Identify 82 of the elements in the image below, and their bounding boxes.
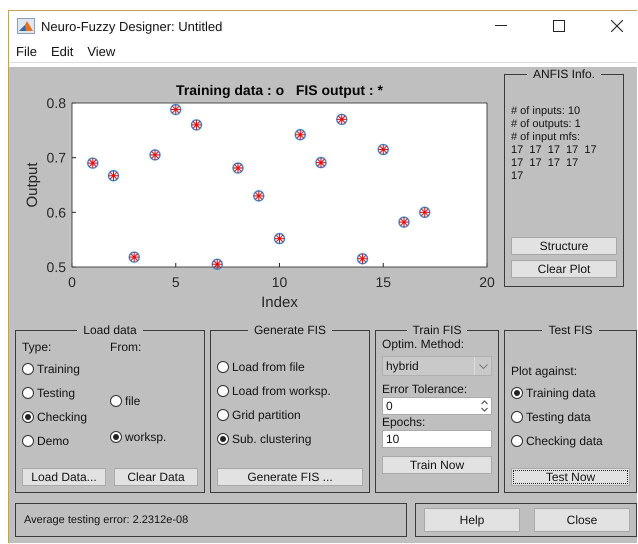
panel-button[interactable]: Load Data...: [22, 468, 106, 486]
data-point: [212, 258, 223, 270]
data-point: [170, 104, 182, 116]
data-point: [274, 232, 286, 244]
info-text: 17: [511, 170, 524, 183]
panel-button[interactable]: Clear Plot: [511, 260, 617, 278]
y-tick-label: 0.5: [46, 259, 66, 275]
data-point: [87, 157, 98, 169]
info-text: # of outputs: 1: [511, 118, 582, 131]
data-point: [253, 190, 264, 202]
panel-title: Load data: [82, 323, 138, 337]
data-point: [356, 253, 368, 264]
chevron-down-icon: [478, 364, 488, 368]
tolerance-label: Error Tolerance:: [382, 382, 468, 397]
app-logo-icon: [17, 18, 35, 34]
panel-button[interactable]: Structure: [511, 237, 617, 255]
y-tick-label: 0.6: [46, 204, 66, 220]
y-tick-label: 0.8: [46, 95, 66, 111]
radio-option[interactable]: Sub. clustering: [217, 427, 363, 451]
epochs-field[interactable]: 10: [382, 430, 492, 448]
panel-title: Train FIS: [412, 323, 462, 337]
type-label: Type:: [22, 339, 52, 356]
method-dropdown[interactable]: hybrid: [382, 356, 492, 376]
radio-option[interactable]: file: [110, 383, 198, 419]
data-point: [294, 129, 306, 140]
train-now-button[interactable]: Train Now: [382, 456, 492, 474]
y-axis-label: Output: [24, 162, 41, 208]
status-text: Average testing error: 2.2312e-08: [15, 503, 407, 537]
info-text: 17 17 17 17 17: [511, 144, 598, 157]
info-text: 17 17 17 17: [511, 157, 580, 170]
radio-option[interactable]: Checking: [22, 405, 110, 429]
x-axis-label: Index: [261, 294, 298, 311]
window-title: Neuro-Fuzzy Designer: Untitled: [41, 18, 222, 34]
radio-option[interactable]: Demo: [22, 429, 110, 453]
radio-option[interactable]: Training data: [511, 381, 630, 405]
radio-option[interactable]: Testing: [22, 381, 110, 405]
x-tick-label: 15: [375, 274, 392, 290]
x-tick-label: 5: [172, 274, 180, 290]
radio-option[interactable]: Load from worksp.: [217, 379, 363, 403]
x-tick-label: 20: [479, 274, 495, 290]
radio-option[interactable]: Load from file: [217, 355, 363, 379]
data-point: [336, 114, 348, 126]
data-point: [419, 206, 430, 218]
menu-item[interactable]: Edit: [50, 44, 74, 60]
radio-option[interactable]: worksp.: [110, 419, 198, 455]
epochs-label: Epochs:: [382, 415, 426, 430]
radio-option[interactable]: Testing data: [511, 405, 630, 429]
data-point: [315, 156, 327, 168]
radio-option[interactable]: Grid partition: [217, 403, 363, 427]
plot-against-label: Plot against:: [511, 363, 578, 379]
x-tick-label: 10: [272, 274, 288, 290]
radio-option[interactable]: Checking data: [511, 429, 630, 453]
method-label: Optim. Method:: [382, 337, 466, 352]
dialog-button[interactable]: Help: [424, 508, 520, 532]
menu-item[interactable]: View: [87, 44, 116, 60]
chart-title: Training data : o FIS output : *: [176, 82, 383, 98]
panel-title: Generate FIS: [252, 323, 328, 337]
panel-title: ANFIS Info.: [532, 67, 596, 81]
minimize-icon[interactable]: [495, 25, 507, 28]
close-icon[interactable]: [611, 20, 623, 32]
x-tick-label: 0: [68, 274, 76, 290]
data-point: [232, 162, 244, 174]
maximize-icon[interactable]: [553, 20, 565, 32]
data-point: [190, 119, 202, 131]
data-point: [108, 170, 120, 182]
menu-item[interactable]: File: [16, 44, 37, 60]
panel-button[interactable]: Clear Data: [114, 468, 198, 486]
dialog-button[interactable]: Close: [534, 508, 630, 532]
y-tick-label: 0.7: [46, 150, 66, 166]
data-point: [378, 144, 389, 156]
spinner-icon: [481, 400, 488, 412]
panel-title: Test FIS: [547, 323, 594, 337]
from-label: From:: [110, 339, 142, 356]
tolerance-field[interactable]: 0: [382, 397, 492, 415]
radio-option[interactable]: Training: [22, 357, 110, 381]
info-text: # of inputs: 10: [511, 105, 582, 118]
data-point: [128, 252, 140, 263]
info-text: # of input mfs:: [511, 131, 582, 144]
generate-fis-button[interactable]: Generate FIS ...: [217, 468, 363, 486]
data-point: [149, 149, 161, 161]
data-point: [398, 216, 410, 228]
test-now-button[interactable]: Test Now: [511, 468, 630, 486]
